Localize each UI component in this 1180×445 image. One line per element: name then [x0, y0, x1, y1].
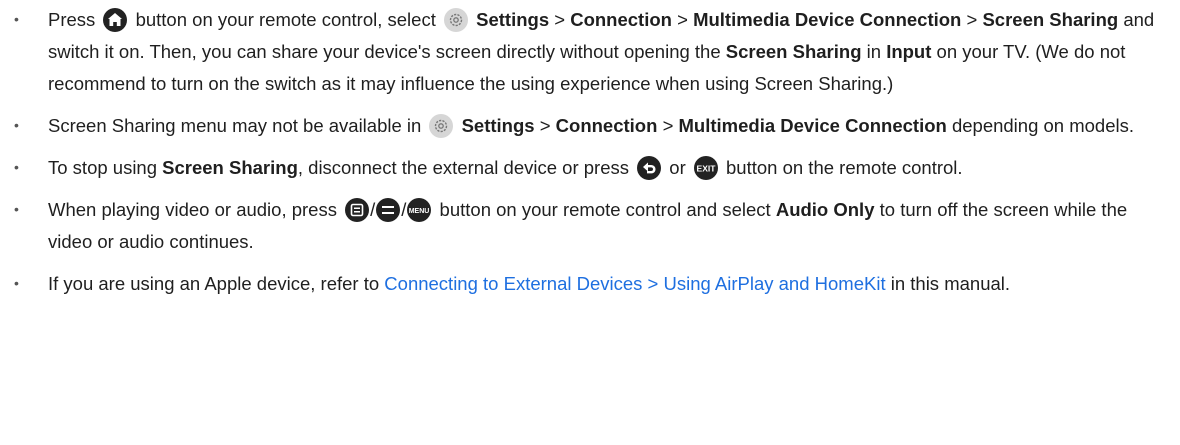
bullet: •: [14, 11, 19, 27]
connection-label: Connection: [570, 9, 672, 30]
bullet: •: [14, 117, 19, 133]
list-item: • If you are using an Apple device, refe…: [12, 268, 1160, 300]
settings-gear-icon: [444, 8, 468, 32]
separator: >: [677, 9, 688, 30]
text: If you are using an Apple device, refer …: [48, 273, 380, 294]
list-item: • To stop using Screen Sharing, disconne…: [12, 152, 1160, 184]
settings-gear-icon: [429, 114, 454, 138]
list-item: • When playing video or audio, press / /: [12, 194, 1160, 258]
multimedia-device-connection-label: Multimedia Device Connection: [678, 115, 947, 136]
separator: >: [662, 115, 674, 136]
bullet: •: [14, 159, 19, 175]
screen-sharing-label: Screen Sharing: [982, 9, 1119, 30]
separator: >: [539, 115, 551, 136]
text: or: [669, 157, 686, 178]
text: button on your remote control, select: [135, 9, 436, 30]
input-label: Input: [886, 41, 932, 62]
multimedia-device-connection-label: Multimedia Device Connection: [693, 9, 962, 30]
bullet: •: [14, 201, 19, 217]
back-icon: [637, 156, 662, 180]
settings-label: Settings: [461, 115, 535, 136]
text: button on the remote control.: [726, 157, 963, 178]
text: in this manual.: [890, 273, 1011, 294]
text: When playing video or audio, press: [48, 199, 337, 220]
settings-label: Settings: [476, 9, 550, 30]
list-item: • Press button on your remote control, s…: [12, 4, 1160, 100]
tips-list: • Press button on your remote control, s…: [12, 4, 1160, 300]
list-item: • Screen Sharing menu may not be availab…: [12, 110, 1160, 142]
text: To stop using: [48, 157, 158, 178]
slash: /: [401, 199, 407, 220]
menu-text-icon: MENU: [407, 198, 432, 222]
text: , disconnect the external device or pres…: [297, 157, 629, 178]
exit-icon: EXIT: [693, 156, 718, 180]
airplay-homekit-link[interactable]: Connecting to External Devices > Using A…: [384, 273, 885, 294]
svg-text:MENU: MENU: [409, 208, 430, 215]
separator: >: [966, 9, 978, 30]
manual-page: • Press button on your remote control, s…: [0, 0, 1180, 445]
text: button on your remote control and select: [439, 199, 771, 220]
svg-text:EXIT: EXIT: [696, 163, 716, 173]
connection-label: Connection: [555, 115, 658, 136]
menu-round-icon: [376, 198, 401, 222]
menu-square-icon: [345, 198, 370, 222]
audio-only-label: Audio Only: [775, 199, 875, 220]
slash: /: [370, 199, 376, 220]
bullet: •: [14, 275, 19, 291]
separator: >: [554, 9, 566, 30]
screen-sharing-label: Screen Sharing: [162, 157, 298, 178]
home-icon: [103, 8, 128, 32]
text: Press: [48, 9, 96, 30]
text: depending on models.: [951, 115, 1135, 136]
screen-sharing-label: Screen Sharing: [725, 41, 862, 62]
text: in: [866, 41, 882, 62]
text: Screen Sharing menu may not be available…: [48, 115, 422, 136]
